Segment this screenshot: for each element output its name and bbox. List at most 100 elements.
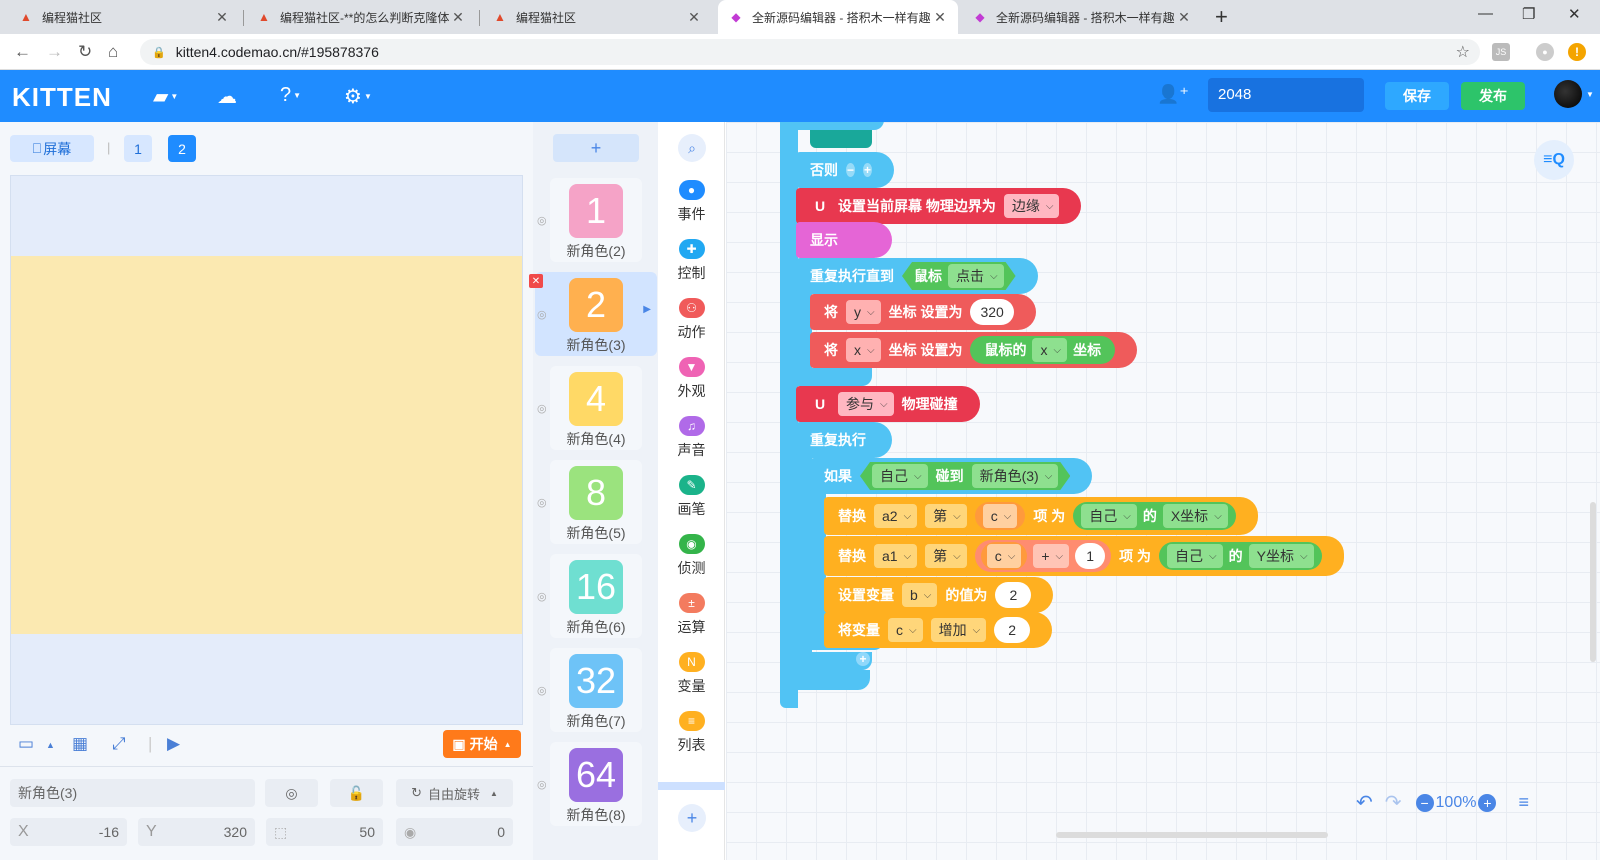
stage-canvas[interactable]: [10, 175, 523, 725]
rotation-mode-select[interactable]: ↻ 自由旋转 ▲: [396, 779, 513, 807]
category-variables[interactable]: N 变量: [658, 652, 725, 708]
border-dropdown[interactable]: 边缘: [1003, 194, 1060, 218]
mouse-event-dropdown[interactable]: 点击: [948, 264, 1004, 288]
change-mode-dropdown[interactable]: 增加: [930, 618, 987, 642]
show-block[interactable]: 显示: [796, 222, 892, 258]
replace-list-item-block[interactable]: 替换 a2 第 c 项 为 自己 的 X坐标: [824, 497, 1258, 535]
self-x-reporter[interactable]: 自己 的 X坐标: [1073, 502, 1236, 530]
screen-button[interactable]: ⎕ 屏幕: [10, 135, 94, 162]
js-extension-icon[interactable]: JS: [1492, 43, 1510, 61]
y-field[interactable]: Y 320: [138, 818, 255, 846]
lock-toggle[interactable]: 🔓: [330, 779, 383, 807]
category-control[interactable]: ✚ 控制: [658, 239, 725, 295]
number-input[interactable]: 1: [1075, 543, 1106, 569]
sprite-name-field[interactable]: 新角色(3): [10, 779, 255, 807]
eye-off-icon[interactable]: ◎: [537, 402, 547, 415]
eye-off-icon[interactable]: ◎: [537, 590, 547, 603]
back-arrow-icon[interactable]: ←: [14, 41, 31, 63]
sprite-item[interactable]: ◎ 4 新角色(4): [537, 366, 642, 450]
sprite-item[interactable]: ◎ 16 新角色(6): [537, 554, 642, 638]
category-lists[interactable]: ≡ 列表: [658, 711, 725, 767]
update-alert-icon[interactable]: !: [1568, 43, 1586, 61]
forward-arrow-icon[interactable]: →: [46, 41, 63, 63]
cloud-icon[interactable]: ☁: [217, 84, 237, 109]
horizontal-scrollbar[interactable]: [1056, 832, 1328, 838]
category-sensing[interactable]: ◉ 侦测: [658, 534, 725, 590]
sprite-item[interactable]: ◎ 8 新角色(5): [537, 460, 642, 544]
close-tab-icon[interactable]: ✕: [1176, 9, 1192, 26]
set-x-block[interactable]: 将 x 坐标 设置为 鼠标的 x 坐标: [810, 332, 1138, 368]
variable-dropdown[interactable]: b: [902, 583, 938, 607]
replace-list-item-block[interactable]: 替换 a1 第 c + 1 项 为 自己 的 Y坐标: [824, 536, 1344, 576]
close-tab-icon[interactable]: ✕: [214, 9, 230, 26]
x-field[interactable]: X -16: [10, 818, 127, 846]
browser-tab[interactable]: ▲ 编程猫社区-**的怎么判断克隆体 ✕: [246, 0, 476, 34]
url-field[interactable]: 🔒 kitten4.codemao.cn/#195878376 ☆: [140, 39, 1480, 65]
play-preview-icon[interactable]: ▶: [167, 734, 180, 754]
repeat-until-block[interactable]: 重复执行直到 鼠标 点击: [796, 258, 1038, 294]
value-input[interactable]: 2: [995, 582, 1032, 608]
variable-reporter[interactable]: c: [974, 502, 1026, 530]
self-dropdown[interactable]: 自己: [1167, 544, 1223, 568]
add-sprite-button[interactable]: +: [553, 134, 639, 162]
axis-dropdown[interactable]: x: [846, 338, 881, 362]
category-sound[interactable]: ♫ 声音: [658, 416, 725, 472]
physics-collision-block[interactable]: U 参与 物理碰撞: [796, 386, 980, 422]
category-looks[interactable]: ▼ 外观: [658, 357, 725, 413]
mouse-x-reporter[interactable]: 鼠标的 x 坐标: [970, 336, 1116, 364]
profile-icon[interactable]: ●: [1536, 43, 1554, 61]
variable-dropdown[interactable]: c: [982, 504, 1018, 528]
value-input[interactable]: 2: [994, 617, 1031, 643]
visibility-toggle[interactable]: ◎: [265, 779, 318, 807]
browser-tab-active[interactable]: ◆ 全新源码编辑器 - 搭积木一样有趣 ✕: [718, 0, 958, 34]
change-variable-block[interactable]: 将变量 c 增加 2: [824, 612, 1053, 648]
publish-button[interactable]: 发布: [1461, 82, 1525, 110]
variable-reporter[interactable]: c: [980, 542, 1028, 570]
sprite-item[interactable]: ◎ 1 新角色(2): [537, 178, 642, 262]
self-dropdown[interactable]: 自己: [872, 464, 928, 488]
eye-off-icon[interactable]: ◎: [537, 778, 547, 791]
chevron-down-icon[interactable]: ▼: [1586, 90, 1594, 99]
minus-icon[interactable]: −: [846, 163, 855, 177]
eye-off-icon[interactable]: ◎: [537, 308, 547, 321]
help-menu[interactable]: ? ▼: [280, 84, 301, 107]
index-mode-dropdown[interactable]: 第: [925, 544, 967, 568]
set-y-block[interactable]: 将 y 坐标 设置为 320: [810, 294, 1036, 330]
self-dropdown[interactable]: 自己: [1081, 504, 1137, 528]
property-dropdown[interactable]: Y坐标: [1248, 544, 1314, 568]
screen-tab-1[interactable]: 1: [124, 135, 152, 162]
add-collaborator-icon[interactable]: 👤⁺: [1157, 84, 1189, 105]
list-dropdown[interactable]: a1: [874, 544, 918, 568]
operator-dropdown[interactable]: +: [1033, 544, 1070, 568]
zoom-out-icon[interactable]: −: [1415, 793, 1434, 812]
eye-off-icon[interactable]: ◎: [537, 496, 547, 509]
rotation-field[interactable]: ◉ 0: [396, 818, 513, 846]
close-tab-icon[interactable]: ✕: [450, 9, 466, 26]
close-tab-icon[interactable]: ✕: [932, 9, 948, 26]
fullscreen-icon[interactable]: ⤢: [112, 734, 126, 754]
stage-size-icon[interactable]: ▭: [18, 734, 34, 754]
list-dropdown[interactable]: a2: [874, 504, 918, 528]
set-physics-border-block[interactable]: U 设置当前屏幕 物理边界为 边缘: [796, 188, 1082, 224]
size-field[interactable]: ⬚ 50: [266, 818, 383, 846]
code-workspace[interactable]: ≡Q 否则 − + U 设置当前屏幕 物理边界为 边缘 显示 重复执行直到 鼠标…: [726, 122, 1600, 860]
self-y-reporter[interactable]: 自己 的 Y坐标: [1159, 542, 1322, 570]
category-pen[interactable]: ✎ 画笔: [658, 475, 725, 531]
reload-icon[interactable]: ↻: [78, 41, 92, 63]
if-touching-block[interactable]: 如果 自己 碰到 新角色(3): [810, 458, 1093, 494]
file-menu[interactable]: ▰ ▼: [153, 84, 178, 109]
zoom-in-icon[interactable]: +: [1478, 793, 1497, 812]
chevron-up-icon[interactable]: ▲: [46, 740, 55, 750]
start-button[interactable]: ▣ 开始 ▲: [443, 730, 521, 758]
save-button[interactable]: 保存: [1385, 82, 1449, 110]
variable-dropdown[interactable]: c: [986, 544, 1022, 568]
chevron-right-icon[interactable]: ▶: [643, 304, 651, 315]
browser-tab[interactable]: ◆ 全新源码编辑器 - 搭积木一样有趣 ✕: [962, 0, 1202, 34]
plus-icon[interactable]: +: [863, 163, 872, 177]
target-sprite-dropdown[interactable]: 新角色(3): [972, 464, 1059, 488]
close-window-button[interactable]: ✕: [1568, 5, 1581, 23]
home-icon[interactable]: ⌂: [108, 41, 118, 63]
eye-off-icon[interactable]: ◎: [537, 684, 547, 697]
browser-tab[interactable]: ▲ 编程猫社区 ✕: [8, 0, 240, 34]
settings-menu[interactable]: ⚙ ▼: [344, 84, 372, 109]
